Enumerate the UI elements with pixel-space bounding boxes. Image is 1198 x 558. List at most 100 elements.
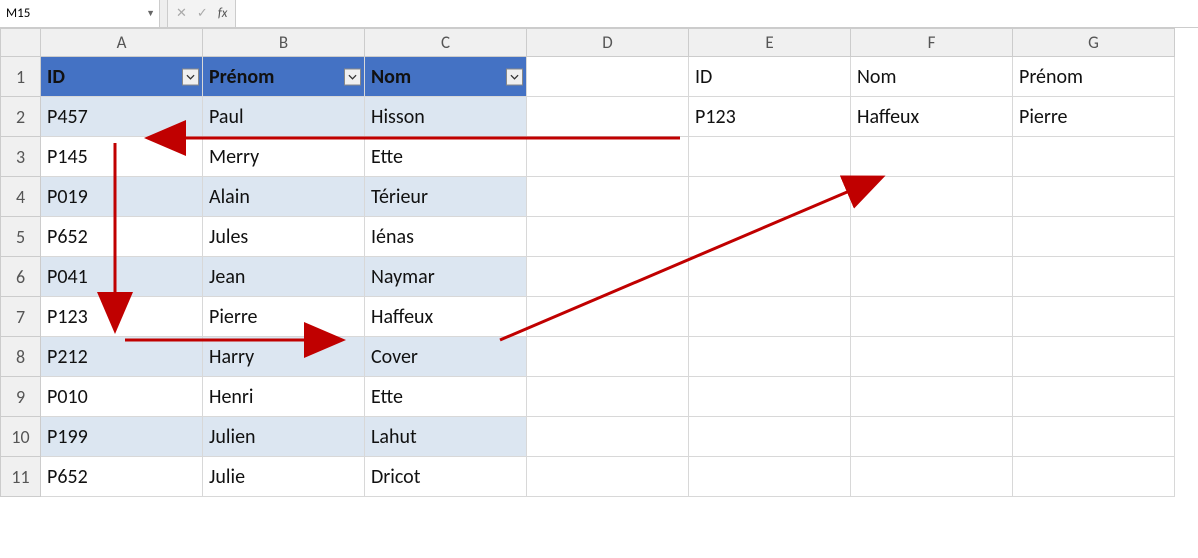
row-header-4[interactable]: 4 — [1, 177, 41, 217]
cell-F8[interactable] — [851, 337, 1013, 377]
cell-D10[interactable] — [527, 417, 689, 457]
cell-G5[interactable] — [1013, 217, 1175, 257]
row-header-8[interactable]: 8 — [1, 337, 41, 377]
row-header-6[interactable]: 6 — [1, 257, 41, 297]
cell-A3[interactable]: P145 — [41, 137, 203, 177]
cell-D4[interactable] — [527, 177, 689, 217]
col-header-E[interactable]: E — [689, 29, 851, 57]
row-header-1[interactable]: 1 — [1, 57, 41, 97]
cell-F3[interactable] — [851, 137, 1013, 177]
cell-C2[interactable]: Hisson — [365, 97, 527, 137]
cell-C7[interactable]: Haffeux — [365, 297, 527, 337]
cell-D1[interactable] — [527, 57, 689, 97]
table-header-id[interactable]: ID — [41, 57, 203, 97]
cell-D7[interactable] — [527, 297, 689, 337]
cell-E1[interactable]: ID — [689, 57, 851, 97]
cell-E5[interactable] — [689, 217, 851, 257]
cell-F4[interactable] — [851, 177, 1013, 217]
filter-button-prenom[interactable] — [344, 68, 361, 85]
cell-G10[interactable] — [1013, 417, 1175, 457]
cell-B7[interactable]: Pierre — [203, 297, 365, 337]
cell-G2[interactable]: Pierre — [1013, 97, 1175, 137]
cell-G8[interactable] — [1013, 337, 1175, 377]
cell-B6[interactable]: Jean — [203, 257, 365, 297]
cell-G9[interactable] — [1013, 377, 1175, 417]
cell-B5[interactable]: Jules — [203, 217, 365, 257]
cell-D5[interactable] — [527, 217, 689, 257]
cell-D2[interactable] — [527, 97, 689, 137]
row-header-5[interactable]: 5 — [1, 217, 41, 257]
cell-C6[interactable]: Naymar — [365, 257, 527, 297]
cell-F10[interactable] — [851, 417, 1013, 457]
cell-F7[interactable] — [851, 297, 1013, 337]
cell-E9[interactable] — [689, 377, 851, 417]
cell-G1[interactable]: Prénom — [1013, 57, 1175, 97]
cell-B11[interactable]: Julie — [203, 457, 365, 497]
cell-B3[interactable]: Merry — [203, 137, 365, 177]
cell-E6[interactable] — [689, 257, 851, 297]
filter-button-nom[interactable] — [506, 68, 523, 85]
cell-A10[interactable]: P199 — [41, 417, 203, 457]
col-header-C[interactable]: C — [365, 29, 527, 57]
cell-C5[interactable]: Iénas — [365, 217, 527, 257]
cell-F9[interactable] — [851, 377, 1013, 417]
cell-A11[interactable]: P652 — [41, 457, 203, 497]
cell-D11[interactable] — [527, 457, 689, 497]
name-box[interactable]: M15 ▼ — [0, 0, 160, 27]
cell-G6[interactable] — [1013, 257, 1175, 297]
table-header-prenom[interactable]: Prénom — [203, 57, 365, 97]
cell-G11[interactable] — [1013, 457, 1175, 497]
cell-A5[interactable]: P652 — [41, 217, 203, 257]
col-header-B[interactable]: B — [203, 29, 365, 57]
cell-B8[interactable]: Harry — [203, 337, 365, 377]
cell-C10[interactable]: Lahut — [365, 417, 527, 457]
cell-G3[interactable] — [1013, 137, 1175, 177]
row-header-3[interactable]: 3 — [1, 137, 41, 177]
cell-B4[interactable]: Alain — [203, 177, 365, 217]
cell-E7[interactable] — [689, 297, 851, 337]
cell-A9[interactable]: P010 — [41, 377, 203, 417]
cell-E3[interactable] — [689, 137, 851, 177]
cell-C11[interactable]: Dricot — [365, 457, 527, 497]
select-all-corner[interactable] — [1, 29, 41, 57]
cell-C9[interactable]: Ette — [365, 377, 527, 417]
cell-C4[interactable]: Térieur — [365, 177, 527, 217]
col-header-A[interactable]: A — [41, 29, 203, 57]
formula-input[interactable] — [235, 0, 1198, 27]
cell-A4[interactable]: P019 — [41, 177, 203, 217]
cell-B2[interactable]: Paul — [203, 97, 365, 137]
cell-C3[interactable]: Ette — [365, 137, 527, 177]
cell-B10[interactable]: Julien — [203, 417, 365, 457]
cell-E4[interactable] — [689, 177, 851, 217]
cell-E10[interactable] — [689, 417, 851, 457]
cell-G4[interactable] — [1013, 177, 1175, 217]
cell-F2[interactable]: Haffeux — [851, 97, 1013, 137]
col-header-F[interactable]: F — [851, 29, 1013, 57]
cell-D9[interactable] — [527, 377, 689, 417]
row-header-9[interactable]: 9 — [1, 377, 41, 417]
confirm-icon[interactable]: ✓ — [197, 6, 208, 21]
filter-button-id[interactable] — [182, 68, 199, 85]
cell-G7[interactable] — [1013, 297, 1175, 337]
cell-C8[interactable]: Cover — [365, 337, 527, 377]
cell-E2[interactable]: P123 — [689, 97, 851, 137]
col-header-G[interactable]: G — [1013, 29, 1175, 57]
row-header-10[interactable]: 10 — [1, 417, 41, 457]
cell-E11[interactable] — [689, 457, 851, 497]
cell-D6[interactable] — [527, 257, 689, 297]
cell-A8[interactable]: P212 — [41, 337, 203, 377]
name-box-dropdown-icon[interactable]: ▼ — [146, 8, 155, 19]
cell-D3[interactable] — [527, 137, 689, 177]
col-header-D[interactable]: D — [527, 29, 689, 57]
cell-E8[interactable] — [689, 337, 851, 377]
row-header-7[interactable]: 7 — [1, 297, 41, 337]
cell-A2[interactable]: P457 — [41, 97, 203, 137]
table-header-nom[interactable]: Nom — [365, 57, 527, 97]
row-header-2[interactable]: 2 — [1, 97, 41, 137]
cell-F5[interactable] — [851, 217, 1013, 257]
cell-F6[interactable] — [851, 257, 1013, 297]
cell-A7[interactable]: P123 — [41, 297, 203, 337]
fx-icon[interactable]: fx — [218, 6, 228, 21]
cell-D8[interactable] — [527, 337, 689, 377]
cell-F1[interactable]: Nom — [851, 57, 1013, 97]
